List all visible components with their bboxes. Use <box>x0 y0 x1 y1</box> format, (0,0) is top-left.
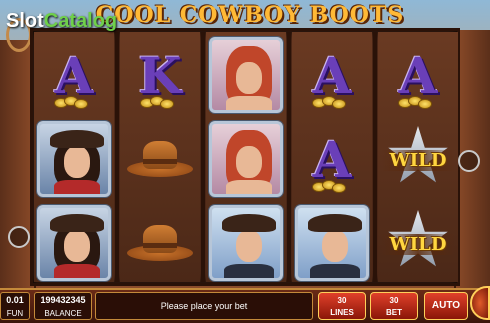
bet-value: 30 <box>389 296 399 305</box>
gold-coins-icon <box>312 96 352 109</box>
symbol-letter-a: A <box>292 118 372 200</box>
sheriff-star-icon: WILD <box>381 122 455 196</box>
wild-label: WILD <box>381 234 455 255</box>
redhead-portrait-icon <box>209 121 283 197</box>
sheriff-star-icon: WILD <box>381 206 455 280</box>
reel-separator <box>373 32 377 282</box>
status-message: Please place your bet <box>95 292 313 320</box>
lines-label: LINES <box>330 308 354 317</box>
wild-label: WILD <box>381 150 455 171</box>
cowboy-hat-icon <box>127 221 193 265</box>
balance-value: 199432345 <box>40 295 86 305</box>
symbol-cowgirl <box>34 202 114 284</box>
cowboy-hat-icon <box>127 137 193 181</box>
balance-label: BALANCE <box>44 309 82 318</box>
auto-button[interactable]: AUTO <box>424 292 468 320</box>
balance-box: 199432345 BALANCE <box>34 292 92 320</box>
gold-coins-icon <box>312 180 352 193</box>
symbol-letter-a: A <box>34 34 114 116</box>
lines-button[interactable]: 30 LINES <box>318 292 366 320</box>
symbol-cowboy-hat <box>120 118 200 200</box>
gold-coins-icon <box>140 96 180 109</box>
horseshoe-right-icon <box>458 150 480 172</box>
redhead-portrait-icon <box>209 37 283 113</box>
gold-coins-icon <box>398 96 438 109</box>
symbol-letter-a: A <box>292 34 372 116</box>
watermark-slot: Slot <box>6 10 44 32</box>
symbol-redhead <box>206 118 286 200</box>
fun-label: FUN <box>6 309 24 318</box>
reel-separator <box>287 32 291 282</box>
lines-value: 30 <box>337 296 347 305</box>
reel-separator <box>201 32 205 282</box>
watermark-catalog: Catalog <box>43 10 118 32</box>
fun-value: 0.01 <box>6 295 24 305</box>
bet-button[interactable]: 30 BET <box>370 292 418 320</box>
reel-separator <box>115 32 119 282</box>
sheriff-portrait-icon <box>295 205 369 281</box>
cowgirl-portrait-icon <box>37 205 111 281</box>
horseshoe-left-icon <box>8 226 30 248</box>
sheriff-portrait-icon <box>209 205 283 281</box>
gold-coins-icon <box>54 96 94 109</box>
fun-box: 0.01 FUN <box>0 292 30 320</box>
game-title: COOL COWBOY BOOTS <box>95 2 405 28</box>
cowgirl-portrait-icon <box>37 121 111 197</box>
symbol-letter-a: A <box>378 34 458 116</box>
symbol-letter-k: K <box>120 34 200 116</box>
bet-label: BET <box>386 308 402 317</box>
symbol-cowboy-hat <box>120 202 200 284</box>
symbol-sheriff <box>206 202 286 284</box>
symbol-wild: WILD <box>378 202 458 284</box>
symbol-sheriff <box>292 202 372 284</box>
symbol-cowgirl <box>34 118 114 200</box>
symbol-redhead <box>206 34 286 116</box>
symbol-wild: WILD <box>378 118 458 200</box>
watermark-logo: SlotCatalog <box>6 10 117 33</box>
